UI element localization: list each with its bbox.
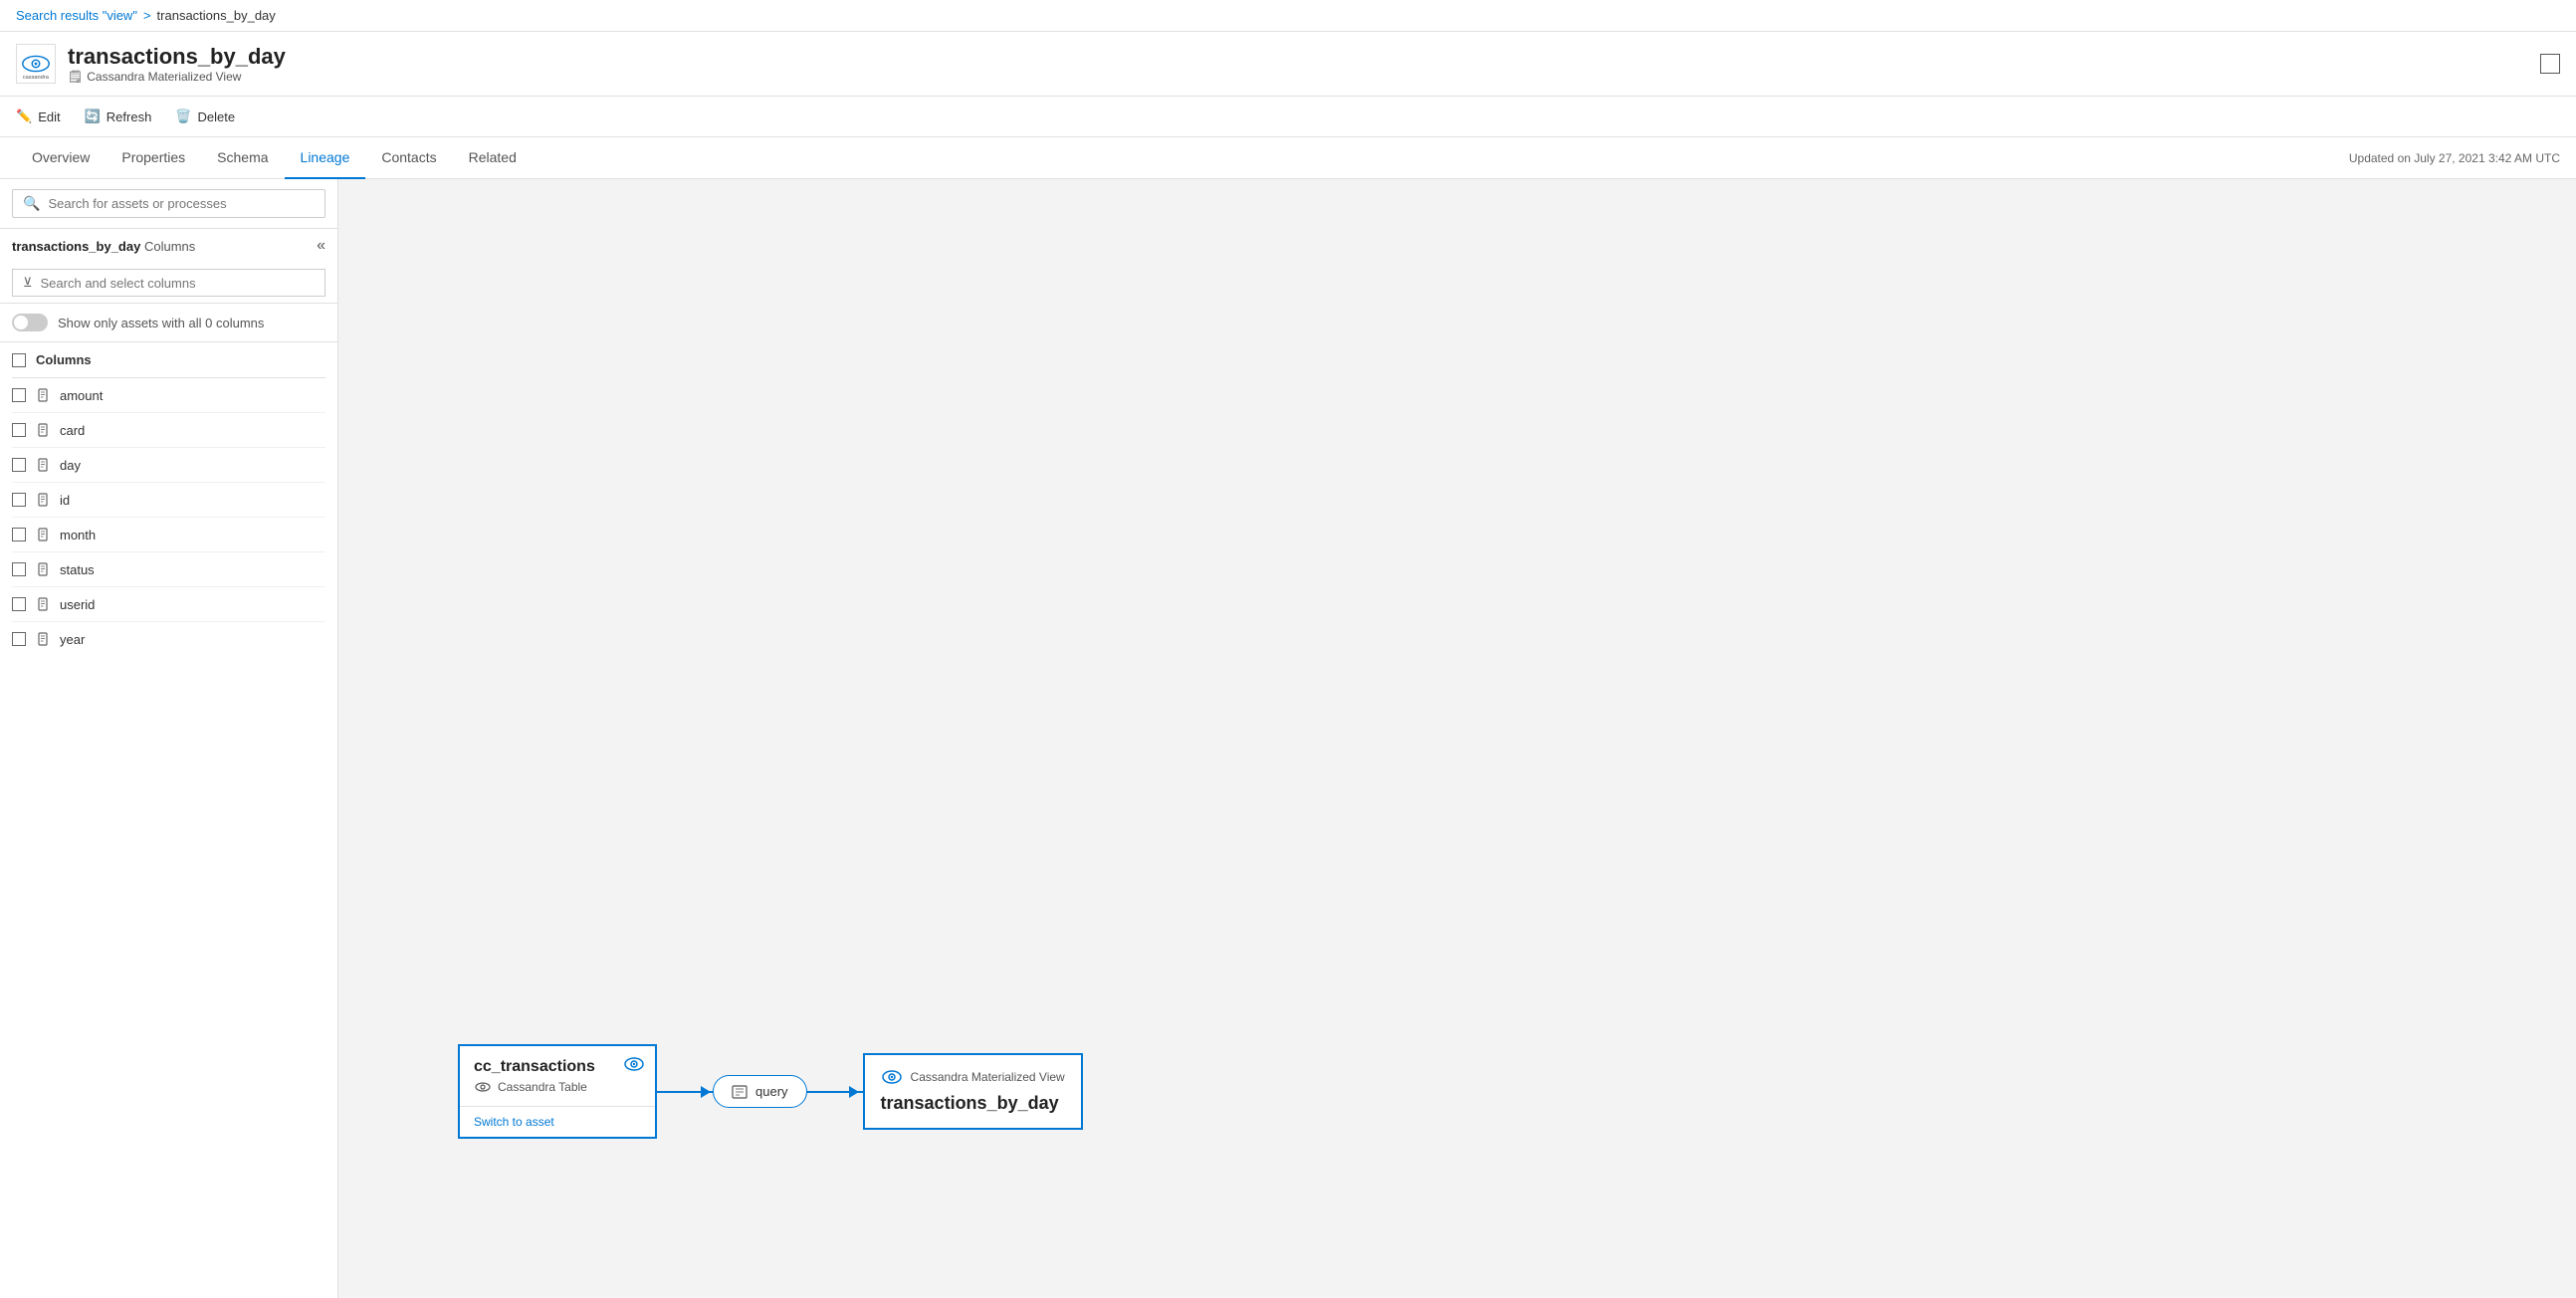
column-asset-name: transactions_by_day xyxy=(12,239,140,254)
asset-search-wrap[interactable]: 🔍 xyxy=(12,189,325,218)
header-title-group: transactions_by_day 🗒 Cassandra Material… xyxy=(68,44,286,84)
tab-schema[interactable]: Schema xyxy=(201,137,284,179)
column-checkbox-day[interactable] xyxy=(12,458,26,472)
target-node: Cassandra Materialized View transactions… xyxy=(863,1053,1083,1130)
cassandra-logo-icon: cassandra xyxy=(16,44,56,84)
process-node: query xyxy=(713,1075,807,1108)
column-name-month: month xyxy=(60,528,96,542)
column-checkbox-amount[interactable] xyxy=(12,388,26,402)
tab-related[interactable]: Related xyxy=(453,137,533,179)
column-checkbox-userid[interactable] xyxy=(12,597,26,611)
column-row-status: status xyxy=(12,552,325,587)
edit-icon: ✏️ xyxy=(16,108,32,124)
page-title: transactions_by_day xyxy=(68,44,286,70)
left-panel: 🔍 transactions_by_day Columns « ⊻ Show o… xyxy=(0,179,338,1298)
tab-overview[interactable]: Overview xyxy=(16,137,106,179)
column-search-inner[interactable]: ⊻ xyxy=(12,269,325,297)
process-node-label: query xyxy=(755,1084,788,1099)
column-icon-userid xyxy=(36,596,50,612)
column-checkbox-month[interactable] xyxy=(12,528,26,541)
column-checkbox-year[interactable] xyxy=(12,632,26,646)
column-icon-card xyxy=(36,422,50,438)
tab-properties[interactable]: Properties xyxy=(106,137,201,179)
tab-contacts[interactable]: Contacts xyxy=(365,137,452,179)
subtitle-icon: 🗒 xyxy=(68,70,83,84)
column-name-amount: amount xyxy=(60,388,103,403)
svg-text:cassandra: cassandra xyxy=(23,75,50,81)
columns-label: Columns xyxy=(144,239,195,254)
columns-list-header: Columns xyxy=(12,342,325,378)
column-search-wrap: ⊻ xyxy=(0,263,337,304)
page-subtitle: 🗒 Cassandra Materialized View xyxy=(68,70,286,84)
column-name-year: year xyxy=(60,632,85,647)
column-row-amount: amount xyxy=(12,378,325,413)
asset-search-input[interactable] xyxy=(48,196,315,211)
lineage-canvas: cc_transactions Cassandra Table Switch t… xyxy=(338,179,2576,1298)
refresh-icon: 🔄 xyxy=(85,108,101,124)
column-search-input[interactable] xyxy=(41,276,315,291)
breadcrumb-separator: > xyxy=(143,8,151,23)
column-row-userid: userid xyxy=(12,587,325,622)
column-checkbox-card[interactable] xyxy=(12,423,26,437)
column-name-day: day xyxy=(60,458,81,473)
asset-search-bar: 🔍 xyxy=(0,179,337,229)
column-name-card: card xyxy=(60,423,85,438)
tab-bar: Overview Properties Schema Lineage Conta… xyxy=(0,137,2576,179)
select-all-checkbox[interactable] xyxy=(12,353,26,367)
collapse-panel-button[interactable]: « xyxy=(317,237,325,255)
source-node-eye-button[interactable] xyxy=(623,1056,645,1075)
columns-list: Columns amount card xyxy=(0,342,337,1298)
source-node-title: cc_transactions xyxy=(474,1058,641,1076)
target-node-title: transactions_by_day xyxy=(881,1093,1065,1114)
source-node-inner: cc_transactions Cassandra Table xyxy=(460,1046,655,1106)
switch-to-asset-link[interactable]: Switch to asset xyxy=(460,1106,655,1137)
edit-button[interactable]: ✏️ Edit xyxy=(16,105,61,128)
show-assets-toggle[interactable] xyxy=(12,314,48,331)
lineage-diagram: cc_transactions Cassandra Table Switch t… xyxy=(458,1044,1083,1139)
main-content: 🔍 transactions_by_day Columns « ⊻ Show o… xyxy=(0,179,2576,1298)
toolbar: ✏️ Edit 🔄 Refresh 🗑️ Delete xyxy=(0,97,2576,137)
updated-timestamp: Updated on July 27, 2021 3:42 AM UTC xyxy=(2349,151,2560,165)
tab-lineage[interactable]: Lineage xyxy=(285,137,366,179)
column-row-month: month xyxy=(12,518,325,552)
delete-button[interactable]: 🗑️ Delete xyxy=(175,105,235,128)
column-icon-id xyxy=(36,492,50,508)
source-node: cc_transactions Cassandra Table Switch t… xyxy=(458,1044,657,1139)
column-name-userid: userid xyxy=(60,597,95,612)
breadcrumb-link[interactable]: Search results "view" xyxy=(16,8,137,23)
filter-icon: ⊻ xyxy=(23,275,33,291)
column-panel-title: transactions_by_day Columns xyxy=(12,239,195,254)
column-checkbox-status[interactable] xyxy=(12,562,26,576)
column-row-day: day xyxy=(12,448,325,483)
column-row-year: year xyxy=(12,622,325,656)
maximize-button[interactable] xyxy=(2540,54,2560,74)
column-checkbox-id[interactable] xyxy=(12,493,26,507)
column-icon-amount xyxy=(36,387,50,403)
header-left: cassandra transactions_by_day 🗒 Cassandr… xyxy=(16,44,286,84)
breadcrumb: Search results "view" > transactions_by_… xyxy=(0,0,2576,32)
toggle-label: Show only assets with all 0 columns xyxy=(58,316,264,330)
column-icon-year xyxy=(36,631,50,647)
delete-icon: 🗑️ xyxy=(175,108,191,124)
column-icon-month xyxy=(36,527,50,542)
source-node-subtitle: Cassandra Table xyxy=(474,1080,641,1094)
column-panel-header: transactions_by_day Columns « xyxy=(0,229,337,263)
breadcrumb-current: transactions_by_day xyxy=(157,8,276,23)
toggle-row: Show only assets with all 0 columns xyxy=(0,304,337,342)
column-icon-day xyxy=(36,457,50,473)
column-name-status: status xyxy=(60,562,95,577)
search-icon: 🔍 xyxy=(23,195,40,212)
column-row-id: id xyxy=(12,483,325,518)
refresh-button[interactable]: 🔄 Refresh xyxy=(85,105,152,128)
column-row-card: card xyxy=(12,413,325,448)
column-name-id: id xyxy=(60,493,70,508)
column-icon-status xyxy=(36,561,50,577)
target-node-top: Cassandra Materialized View xyxy=(881,1069,1065,1085)
page-header: cassandra transactions_by_day 🗒 Cassandr… xyxy=(0,32,2576,97)
target-node-subtitle: Cassandra Materialized View xyxy=(911,1070,1065,1084)
